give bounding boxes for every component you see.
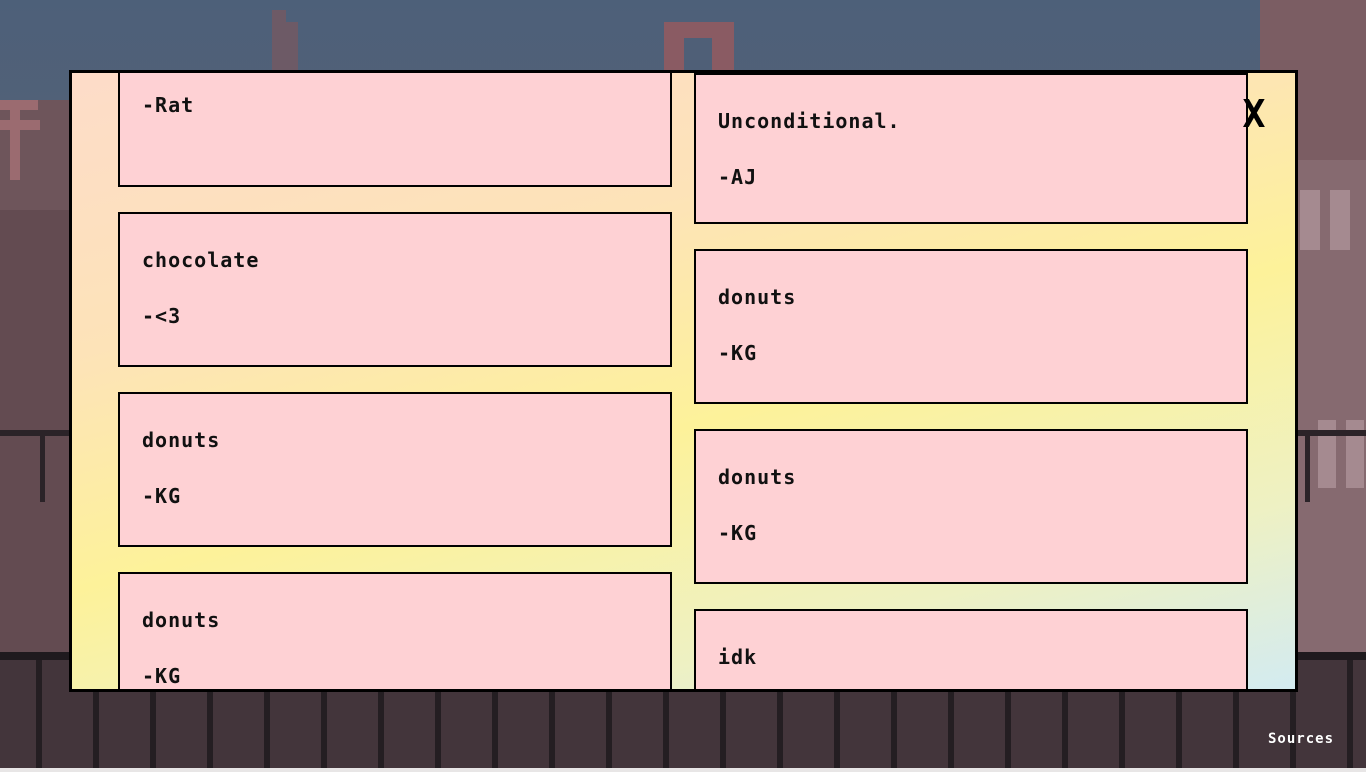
- lantern-bar: [0, 120, 40, 130]
- note-signature: -<3: [142, 304, 182, 328]
- fence-rail: [0, 430, 70, 436]
- note-card: donuts -KG: [118, 572, 672, 689]
- note-card: donuts -KG: [694, 429, 1248, 584]
- close-icon: X: [1242, 92, 1266, 136]
- chimney: [284, 22, 298, 70]
- note-card: donuts -KG: [118, 392, 672, 547]
- fence-post: [40, 436, 45, 502]
- sources-link[interactable]: Sources: [1268, 731, 1334, 747]
- note-signature: -KG: [718, 521, 758, 545]
- note-card: donuts -KG: [694, 249, 1248, 404]
- note-message: donuts: [718, 285, 797, 309]
- note-signature: -KG: [142, 664, 182, 688]
- railing-post: [36, 660, 42, 768]
- note-message: donuts: [718, 465, 797, 489]
- note-signature: -Rat: [142, 93, 195, 117]
- note-message: donuts: [142, 608, 221, 632]
- rooftop-gap: [684, 38, 712, 70]
- railing-post: [1347, 660, 1353, 768]
- note-message: chocolate: [142, 248, 260, 272]
- note-card: chocolate -<3: [118, 212, 672, 367]
- bottom-strip: [0, 768, 1366, 772]
- note-signature: -KG: [142, 484, 182, 508]
- note-signature: -KG: [718, 341, 758, 365]
- note-message: idk: [718, 645, 758, 669]
- game-screen: -Rat chocolate -<3 donuts -KG donuts -KG…: [0, 0, 1366, 772]
- note-card: -Rat: [118, 73, 672, 187]
- building-window: [1330, 190, 1350, 250]
- note-message: Unconditional.: [718, 109, 901, 133]
- note-signature: -AJ: [718, 165, 758, 189]
- fence-post: [1305, 436, 1310, 502]
- note-message: donuts: [142, 428, 221, 452]
- lantern-post: [10, 100, 20, 180]
- close-button[interactable]: X: [1237, 95, 1271, 133]
- notes-column-left: -Rat chocolate -<3 donuts -KG donuts -KG: [118, 73, 674, 689]
- notes-modal: -Rat chocolate -<3 donuts -KG donuts -KG…: [69, 70, 1298, 692]
- notes-column-right: Unconditional. -AJ donuts -KG donuts -KG…: [694, 73, 1250, 689]
- lantern-bar: [0, 100, 38, 110]
- note-card: idk: [694, 609, 1248, 689]
- note-card: Unconditional. -AJ: [694, 73, 1248, 224]
- building-window: [1300, 190, 1320, 250]
